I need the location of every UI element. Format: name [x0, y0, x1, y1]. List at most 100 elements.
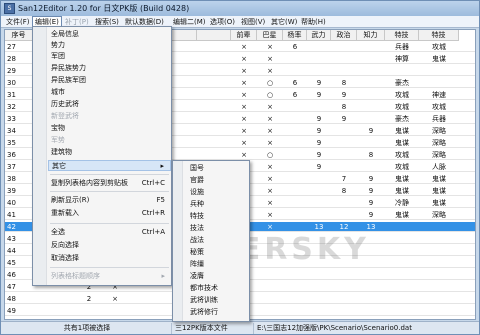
- table-cell: [331, 210, 357, 220]
- menu-item-corps[interactable]: 军团: [48, 51, 171, 62]
- column-header[interactable]: [197, 30, 231, 41]
- table-cell: [419, 66, 459, 76]
- table-cell: 8: [341, 103, 347, 111]
- table-cell: 鬼谋: [432, 55, 446, 63]
- menu-item-global-info[interactable]: 全局信息: [48, 29, 171, 40]
- status-path: E:\三国志12加强版\PK\Scenario\Scenario0.dat: [253, 323, 477, 334]
- menu-item-foreign-corps[interactable]: 异民族军团: [48, 75, 171, 86]
- menu-item-select-all[interactable]: 全选 Ctrl+A: [48, 227, 171, 238]
- row-id: 42: [7, 223, 16, 231]
- table-cell: [357, 162, 385, 172]
- submenu-item-officer-practice[interactable]: 武将修行: [184, 307, 249, 318]
- table-cell: ×: [241, 139, 247, 147]
- menu-separator: [50, 174, 169, 175]
- column-header[interactable]: 杨率: [283, 30, 307, 41]
- submenu-item-country-name[interactable]: 国号: [184, 163, 249, 174]
- menu-item-copy-table[interactable]: 复制列表格内容到剪贴板 Ctrl+C: [48, 178, 171, 189]
- menu-item-refresh[interactable]: 刷新显示(R) F5: [48, 195, 171, 206]
- table-cell: ×: [267, 127, 273, 135]
- table-cell: [283, 126, 307, 136]
- menu-item-armies[interactable]: 军势: [48, 135, 171, 146]
- table-cell: 8: [341, 79, 347, 87]
- row-id: 49: [7, 307, 16, 315]
- table-cell: [419, 246, 459, 256]
- column-header[interactable]: 政治: [331, 30, 357, 41]
- menu-file[interactable]: 文件(F): [4, 17, 32, 27]
- submenu-item-secret-plans[interactable]: 秘策: [184, 247, 249, 258]
- submenu-item-ranks[interactable]: 官爵: [184, 175, 249, 186]
- table-cell: [283, 282, 307, 292]
- menu-options[interactable]: 选项(O): [208, 17, 237, 27]
- table-cell: 攻城: [432, 43, 446, 51]
- table-cell: ×: [267, 139, 273, 147]
- table-cell: [357, 66, 385, 76]
- submenu-item-facilities[interactable]: 设施: [184, 187, 249, 198]
- menu-item-foreign-forces[interactable]: 异民族势力: [48, 63, 171, 74]
- menu-item-treasures[interactable]: 宝物: [48, 123, 171, 134]
- row-id: 27: [7, 43, 16, 51]
- menu-item-clear-selection[interactable]: 取消选择: [48, 253, 171, 264]
- table-cell: 9: [316, 163, 322, 171]
- table-cell: 鬼谋: [395, 187, 409, 195]
- menu-item-copy-label: 复制列表格内容到剪贴板: [51, 179, 128, 187]
- status-bar: 共有1项被选择 三12PK版本文件 E:\三国志12加强版\PK\Scenari…: [1, 321, 479, 334]
- table-cell: [307, 66, 331, 76]
- menu-item-new-officers[interactable]: 新登武将: [48, 111, 171, 122]
- table-cell: [307, 246, 331, 256]
- submenu-item-unit-types[interactable]: 兵种: [184, 199, 249, 210]
- table-cell: [257, 294, 283, 304]
- column-header[interactable]: 序号: [5, 30, 33, 41]
- table-cell: ×: [267, 163, 273, 171]
- column-header[interactable]: 特技: [419, 30, 459, 41]
- column-header[interactable]: 知力: [357, 30, 385, 41]
- menu-item-select-all-shortcut: Ctrl+A: [141, 228, 165, 236]
- table-cell: 6: [292, 91, 298, 99]
- table-cell: [307, 210, 331, 220]
- menu-view[interactable]: 视图(V): [239, 17, 267, 27]
- submenu-item-techniques[interactable]: 技法: [184, 223, 249, 234]
- table-cell: [331, 270, 357, 280]
- submenu-item-skills[interactable]: 特技: [184, 211, 249, 222]
- menu-item-invert-selection[interactable]: 反向选择: [48, 240, 171, 251]
- menu-item-cities[interactable]: 城市: [48, 87, 171, 98]
- column-header[interactable]: 特技: [385, 30, 419, 41]
- submenu-item-officer-training[interactable]: 武将训练: [184, 295, 249, 306]
- submenu-item-city-tech[interactable]: 都市技术: [184, 283, 249, 294]
- table-cell: [283, 66, 307, 76]
- table-cell: [385, 258, 419, 268]
- row-id: 37: [7, 163, 16, 171]
- row-id: 40: [7, 199, 16, 207]
- submenu-item-formations[interactable]: 阵缰: [184, 259, 249, 270]
- table-cell: 豪杰: [395, 79, 409, 87]
- column-header[interactable]: 武力: [307, 30, 331, 41]
- table-cell: 9: [316, 79, 322, 87]
- table-cell: [385, 294, 419, 304]
- menu-item-column-order[interactable]: 列表格标题顺序 ▸: [48, 271, 171, 282]
- menu-item-buildings[interactable]: 建筑物: [48, 147, 171, 158]
- table-cell: ×: [241, 79, 247, 87]
- menu-item-historic-officers[interactable]: 历史武将: [48, 99, 171, 110]
- menu-item-forces[interactable]: 势力: [48, 40, 171, 51]
- menu-item-reload[interactable]: 重新载入 Ctrl+R: [48, 208, 171, 219]
- row-id: 30: [7, 79, 16, 87]
- menu-edit-two[interactable]: 编辑二(M): [171, 17, 208, 27]
- table-cell: ×: [112, 295, 118, 303]
- table-cell: [283, 234, 307, 244]
- table-cell: [331, 198, 357, 208]
- menu-separator: [50, 191, 169, 192]
- submenu-item-talents[interactable]: 凌膺: [184, 271, 249, 282]
- submenu-item-tactics[interactable]: 战法: [184, 235, 249, 246]
- column-header[interactable]: 巴星: [257, 30, 283, 41]
- row-id: 31: [7, 91, 16, 99]
- table-cell: 鬼谋: [432, 175, 446, 183]
- table-cell: [331, 234, 357, 244]
- row-id: 32: [7, 103, 16, 111]
- menu-help[interactable]: 帮助(H): [299, 17, 328, 27]
- table-cell: [331, 138, 357, 148]
- menu-other[interactable]: 其它(W): [269, 17, 299, 27]
- table-cell: [331, 258, 357, 268]
- menu-item-other[interactable]: 其它 ▸: [48, 160, 171, 171]
- table-cell: [357, 306, 385, 316]
- table-cell: [419, 78, 459, 88]
- column-header[interactable]: 前辈: [231, 30, 257, 41]
